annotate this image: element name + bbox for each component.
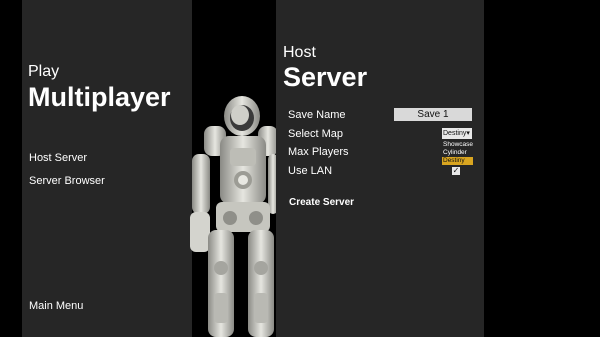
save-name-field[interactable]: Save 1 [394,108,472,121]
map-option-showcase[interactable]: Showcase [442,141,473,149]
server-title: Server [283,62,368,92]
check-icon: ✓ [452,166,460,175]
map-dropdown-value: Destiny [443,130,467,137]
main-menu-link[interactable]: Main Menu [29,300,83,312]
server-browser-link[interactable]: Server Browser [29,175,105,187]
map-option-destiny[interactable]: Destiny [442,157,473,165]
host-server-panel: Host Server Save Name Save 1 Select Map … [276,0,484,337]
multiplayer-title: Multiplayer [28,82,171,112]
play-menu-panel: Play Multiplayer Host Server Server Brow… [22,0,192,337]
save-name-label: Save Name [288,109,346,121]
chevron-down-icon: ▾ [466,130,470,137]
map-dropdown[interactable]: Destiny▾ [442,128,472,139]
robot-artwork [190,96,278,337]
play-eyebrow: Play [28,63,60,80]
select-map-label: Select Map [288,128,344,140]
use-lan-checkbox[interactable]: ✓ [452,167,460,175]
use-lan-label: Use LAN [288,165,333,177]
max-players-label: Max Players [288,146,349,158]
host-eyebrow: Host [283,44,316,61]
host-server-link[interactable]: Host Server [29,152,87,164]
map-option-cylinder[interactable]: Cylinder [442,149,473,157]
map-options-list: Showcase Cylinder Destiny [442,141,473,165]
create-server-button[interactable]: Create Server [289,197,354,208]
